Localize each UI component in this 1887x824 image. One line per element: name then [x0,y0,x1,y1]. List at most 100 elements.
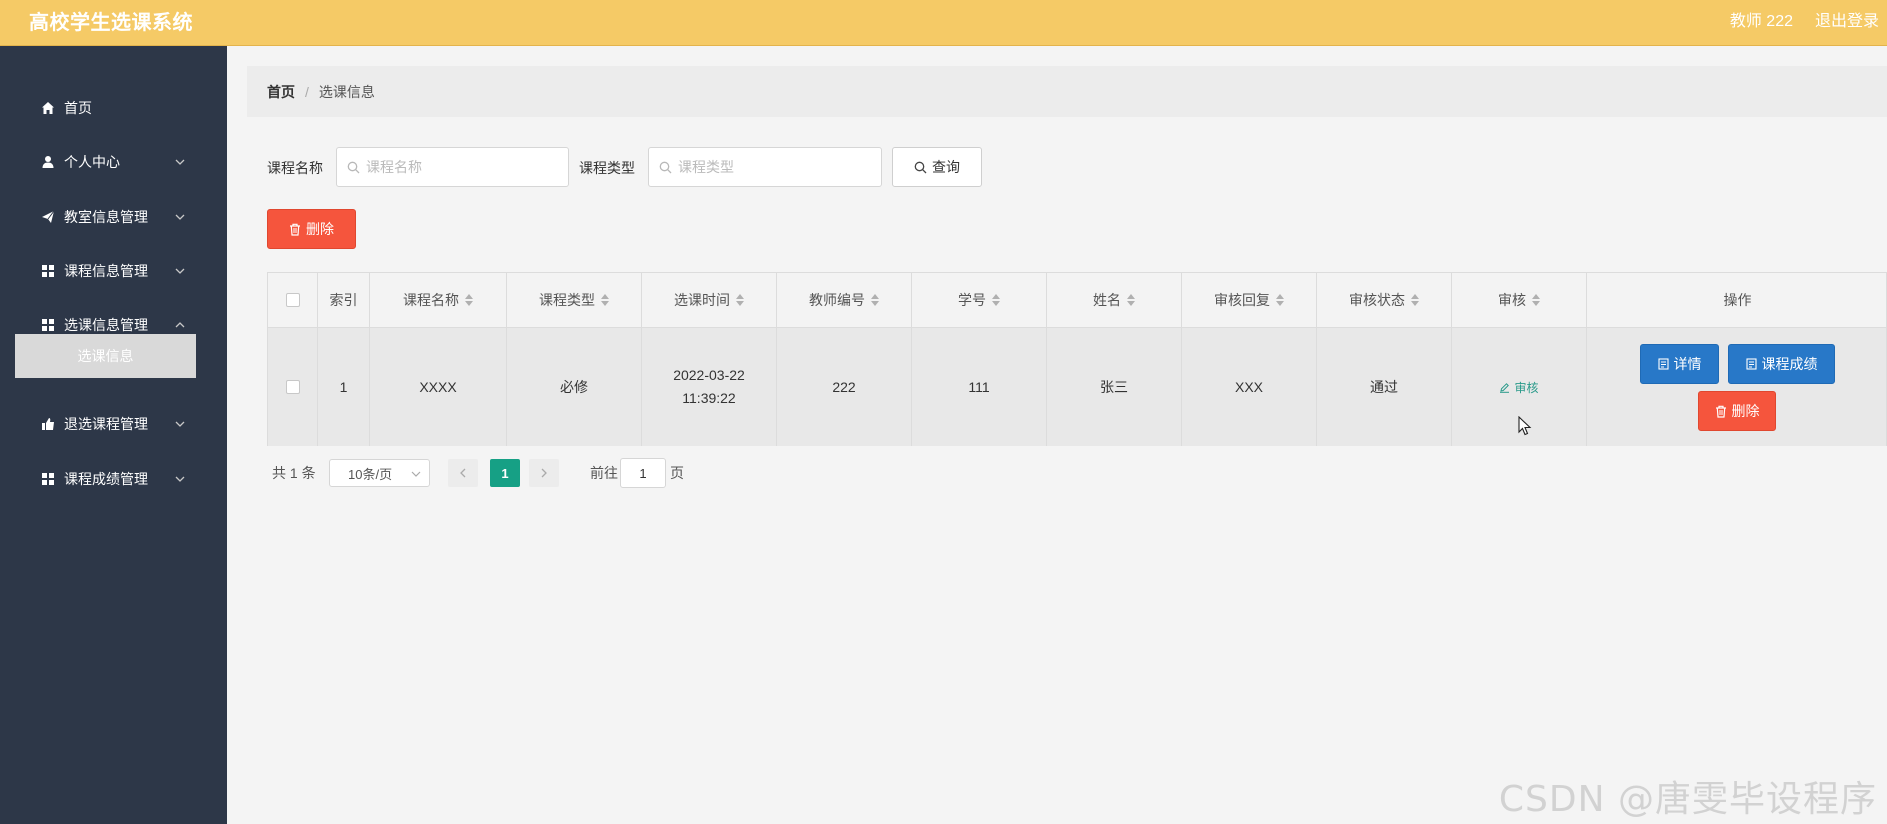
mouse-cursor-icon [1518,416,1532,436]
chevron-down-icon [175,159,185,165]
breadcrumb-home[interactable]: 首页 [267,82,295,102]
course-type-placeholder: 课程类型 [678,159,734,175]
header-cell-sortable[interactable]: 选课时间 [642,273,777,327]
next-page-button[interactable] [529,459,559,487]
trash-icon [1715,405,1726,418]
sort-icon[interactable] [1127,294,1135,306]
course-name-input[interactable]: 课程名称 [336,147,569,187]
edit-icon [1500,382,1510,393]
detail-button[interactable]: 详情 [1640,344,1719,384]
detail-button-label: 详情 [1673,356,1702,372]
goto-label: 前往 [590,465,618,481]
cell-actions: 详情 课程成绩 删除 [1587,328,1887,446]
header-cell-sortable[interactable]: 课程类型 [507,273,642,327]
search-icon [914,161,927,173]
breadcrumb: 首页 / 选课信息 [247,66,1887,117]
course-name-label: 课程名称 [267,160,323,176]
trash-icon [290,223,300,236]
select-all-checkbox[interactable] [285,293,300,307]
page-size-value: 10条/页 [348,466,393,482]
sidebar-item-label: 首页 [64,100,92,116]
sort-icon[interactable] [601,294,609,306]
sidebar-item-withdraw[interactable]: 退选课程管理 [0,404,227,444]
header-cell-sortable[interactable]: 学号 [912,273,1047,327]
cell-course-name: XXXX [370,328,507,446]
sidebar-item-label: 教室信息管理 [64,209,148,225]
pagination-total: 共 1 条 [272,465,316,481]
cell-index: 1 [318,328,370,446]
query-button-label: 查询 [932,159,960,175]
page-suffix-label: 页 [670,465,684,481]
sidebar: 首页 个人中心 教室信息管理 课程信息管理 选课信息管理 选课信息 退选课程管理… [0,46,227,824]
course-score-button-label: 课程成绩 [1761,356,1818,372]
sort-icon[interactable] [465,294,473,306]
sidebar-item-label: 个人中心 [64,154,120,170]
table-row: 1 XXXX 必修 2022-03-22 11:39:22 222 111 张三… [268,328,1886,446]
course-name-placeholder: 课程名称 [366,159,422,175]
course-type-input[interactable]: 课程类型 [648,147,882,187]
row-delete-button[interactable]: 删除 [1698,391,1776,431]
watermark: CSDN @唐雯毕设程序 [1498,779,1877,820]
course-selection-table: 索引 课程名称 课程类型 选课时间 教师编号 学号 姓名 审核回复 审核状态 审… [267,272,1887,446]
course-score-button[interactable]: 课程成绩 [1728,344,1835,384]
audit-link[interactable]: 审核 [1499,379,1539,396]
user-info: 教师 222 [1729,13,1793,30]
header-select-all[interactable] [268,273,318,327]
sidebar-item-home[interactable]: 首页 [0,88,227,128]
top-header: 高校学生选课系统 教师 222 退出登录 [0,0,1887,46]
cell-reply: XXX [1182,328,1317,446]
user-icon [40,154,56,170]
sidebar-item-score[interactable]: 课程成绩管理 [0,459,227,499]
header-cell-sortable[interactable]: 审核 [1452,273,1587,327]
row-checkbox[interactable] [285,380,300,394]
audit-link-label: 审核 [1514,380,1539,395]
header-cell-sortable[interactable]: 审核状态 [1317,273,1452,327]
cell-status: 通过 [1317,328,1452,446]
sort-icon[interactable] [871,294,879,306]
sidebar-item-classroom[interactable]: 教室信息管理 [0,197,227,237]
document-icon [1657,358,1669,370]
page-size-select[interactable]: 10条/页 [329,459,430,487]
page-number-current[interactable]: 1 [490,459,520,487]
search-icon [347,161,360,173]
sidebar-item-profile[interactable]: 个人中心 [0,142,227,182]
sidebar-item-label: 课程信息管理 [64,263,148,279]
sidebar-item-label: 课程成绩管理 [64,471,148,487]
chevron-down-icon [175,421,185,427]
chevron-down-icon [175,268,185,274]
cell-teacher-no: 222 [777,328,912,446]
sort-icon[interactable] [1532,294,1540,306]
grid-icon [40,263,56,279]
chevron-down-icon [411,471,421,477]
course-type-label: 课程类型 [579,160,635,176]
app-title: 高校学生选课系统 [29,12,193,34]
batch-delete-label: 删除 [306,221,334,237]
logout-link[interactable]: 退出登录 [1815,7,1879,31]
thumb-icon [40,416,56,432]
sort-icon[interactable] [736,294,744,306]
sidebar-item-course[interactable]: 课程信息管理 [0,251,227,291]
row-select[interactable] [268,328,318,446]
cell-select-time: 2022-03-22 11:39:22 [642,328,777,446]
row-delete-button-label: 删除 [1731,403,1760,419]
sort-icon[interactable] [1411,294,1419,306]
sidebar-item-label: 退选课程管理 [64,416,148,432]
chevron-down-icon [175,214,185,220]
sort-icon[interactable] [992,294,1000,306]
header-cell-sortable[interactable]: 审核回复 [1182,273,1317,327]
sidebar-subitem-selection-info[interactable]: 选课信息 [15,334,196,378]
sort-icon[interactable] [1276,294,1284,306]
header-cell-sortable[interactable]: 姓名 [1047,273,1182,327]
header-cell: 操作 [1723,292,1752,308]
batch-delete-button[interactable]: 删除 [267,209,356,249]
prev-page-button[interactable] [448,459,478,487]
table-header-row: 索引 课程名称 课程类型 选课时间 教师编号 学号 姓名 审核回复 审核状态 审… [268,273,1886,328]
header-cell-sortable[interactable]: 课程名称 [370,273,507,327]
cell-course-type: 必修 [507,328,642,446]
chevron-down-icon [175,476,185,482]
query-button[interactable]: 查询 [892,147,982,187]
goto-page-input[interactable]: 1 [620,458,666,488]
cell-name: 张三 [1047,328,1182,446]
header-cell: 索引 [318,273,370,327]
header-cell-sortable[interactable]: 教师编号 [777,273,912,327]
